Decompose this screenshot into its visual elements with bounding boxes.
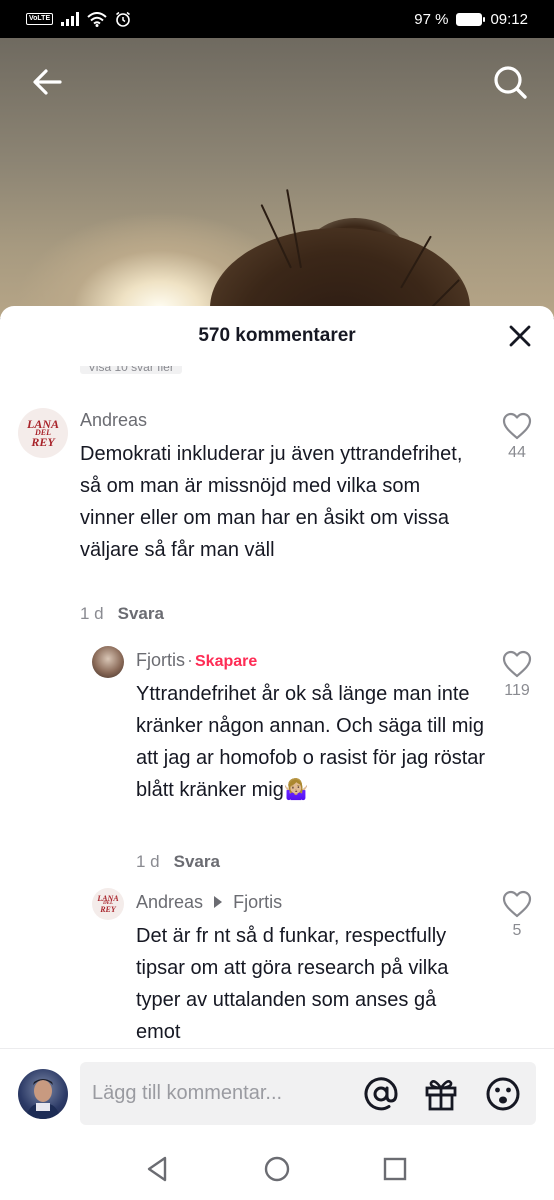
status-bar: VoLTE 97 % 09:12 <box>0 0 554 38</box>
avatar[interactable]: LANA DEL REY <box>18 408 68 458</box>
avatar-logo-line: REY <box>31 434 55 449</box>
like-button[interactable]: 5 <box>497 890 537 940</box>
like-button[interactable]: 44 <box>497 412 537 462</box>
avatar[interactable]: LANA DEL REY <box>92 888 124 920</box>
reply-to-username[interactable]: Fjortis <box>233 892 282 912</box>
comment-input-bar <box>0 1048 554 1132</box>
heart-outline-icon <box>502 890 532 918</box>
avatar[interactable] <box>92 646 124 678</box>
like-count: 119 <box>504 682 530 699</box>
comment-text: Yttrandefrihet år ok så länge man inte k… <box>136 683 486 801</box>
comment-input[interactable] <box>92 1062 352 1125</box>
wifi-icon <box>87 11 107 27</box>
emoji-icon[interactable] <box>484 1075 522 1113</box>
status-left: VoLTE <box>26 11 131 27</box>
volte-indicator: VoLTE <box>26 13 54 25</box>
comment-input-container <box>80 1062 536 1125</box>
avatar-logo: LANA DEL REY <box>97 894 118 915</box>
close-icon[interactable] <box>508 324 532 348</box>
gift-icon[interactable] <box>422 1075 460 1113</box>
comment-time: 1 d <box>80 604 104 623</box>
reply-item: Fjortis · Skapare Yttrandefrihet år ok så … <box>0 640 554 880</box>
reply-button[interactable]: Svara <box>174 852 220 871</box>
my-avatar-image <box>26 1079 60 1119</box>
comment-item: LANA DEL REY Andreas Demokrati inkludera… <box>0 400 554 640</box>
like-button[interactable]: 119 <box>497 650 537 700</box>
alarm-icon <box>116 11 131 27</box>
at-icon[interactable] <box>362 1075 400 1113</box>
system-nav-bar <box>0 1132 554 1200</box>
previous-replies-label: Visa 10 svar fler <box>80 366 182 374</box>
clock: 09:12 <box>490 10 528 28</box>
reply-header: Fjortis · Skapare <box>136 650 257 671</box>
battery-fill <box>457 13 481 25</box>
comment-meta: 1 d Svara <box>136 852 220 872</box>
creator-badge: Skapare <box>195 653 258 670</box>
avatar-logo: LANA DEL REY <box>27 418 59 449</box>
nav-home-icon[interactable] <box>262 1154 292 1184</box>
heart-outline-icon <box>502 412 532 440</box>
back-arrow-icon[interactable] <box>28 62 68 102</box>
search-icon[interactable] <box>490 62 530 102</box>
comment-time: 1 d <box>136 852 160 871</box>
comment-text: Det är fr nt så d funkar, respectfully t… <box>136 925 449 1043</box>
previous-replies-toggle[interactable]: Visa 10 svar fler <box>80 366 244 378</box>
separator-dot: · <box>187 650 193 670</box>
comment-username[interactable]: Fjortis <box>136 650 185 670</box>
my-avatar[interactable] <box>18 1069 68 1119</box>
comment-username[interactable]: Andreas <box>80 410 147 431</box>
comment-text: Demokrati inkluderar ju även yttrandefri… <box>80 443 463 561</box>
nav-back-icon[interactable] <box>143 1154 173 1184</box>
status-right: 97 % 09:12 <box>414 11 528 28</box>
battery-percent: 97 % <box>414 10 449 28</box>
video-background[interactable] <box>0 38 554 318</box>
reply-arrow-icon <box>214 896 223 908</box>
comment-meta: 1 d Svara <box>80 604 164 624</box>
like-count: 44 <box>508 444 526 461</box>
video-subject-head <box>210 228 470 318</box>
like-count: 5 <box>512 922 522 939</box>
signal-icon <box>61 12 80 26</box>
comment-count: 570 kommentarer <box>198 325 356 346</box>
avatar-logo-line: REY <box>100 905 116 915</box>
heart-outline-icon <box>502 650 532 678</box>
battery-icon <box>456 12 486 26</box>
comments-header: 570 kommentarer <box>0 306 554 366</box>
nav-recents-icon[interactable] <box>380 1154 410 1184</box>
reply-header: Andreas Fjortis <box>136 892 282 913</box>
reply-button[interactable]: Svara <box>118 604 164 623</box>
comment-username[interactable]: Andreas <box>136 892 203 912</box>
